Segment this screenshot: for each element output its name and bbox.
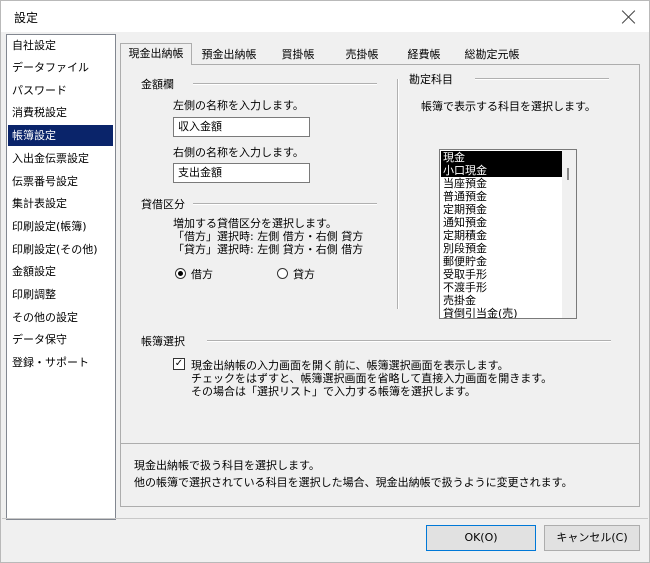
- amount-group-rule: [193, 83, 377, 85]
- sidebar-item-summary[interactable]: 集計表設定: [8, 193, 113, 214]
- credit-radio[interactable]: [277, 268, 288, 279]
- sidebar-item-book-settings[interactable]: 帳簿設定: [8, 125, 113, 146]
- dialog-body: 自社設定 データファイル パスワード 消費税設定 帳簿設定 入出金伝票設定 伝票…: [2, 32, 648, 561]
- show-book-selection-checkbox[interactable]: ✓: [173, 358, 185, 370]
- sidebar-item-consumption-tax[interactable]: 消費税設定: [8, 102, 113, 123]
- account-item-postal-savings[interactable]: 郵便貯金: [441, 255, 562, 268]
- debit-credit-group-heading: 貸借区分: [141, 198, 185, 211]
- column-separator: [397, 79, 399, 309]
- left-name-prompt: 左側の名称を入力します。: [173, 99, 304, 112]
- accounts-prompt: 帳簿で表示する科目を選択します。: [421, 100, 596, 113]
- checkbox-text-3: その場合は「選択リスト」で入力する帳簿を選択します。: [191, 385, 476, 398]
- account-item-cash[interactable]: 現金: [441, 151, 562, 164]
- tab-cash-book[interactable]: 現金出納帳: [120, 43, 192, 65]
- sidebar-item-print-other[interactable]: 印刷設定(その他): [8, 239, 113, 260]
- help-text-box: 現金出納帳で扱う科目を選択します。 他の帳簿で選択されている科目を選択した場合、…: [120, 443, 640, 507]
- amount-group-heading: 金額欄: [141, 78, 174, 91]
- account-item-petty-cash[interactable]: 小口現金: [441, 164, 562, 177]
- account-item-accounts-receivable[interactable]: 売掛金: [441, 294, 562, 307]
- debit-credit-desc-3: 「貸方」選択時: 左側 貸方・右側 借方: [173, 243, 364, 256]
- book-selection-group-heading: 帳簿選択: [141, 335, 185, 348]
- cash-book-panel: 金額欄 左側の名称を入力します。 収入金額 右側の名称を入力します。 支出金額 …: [120, 64, 640, 460]
- sidebar-item-print-book[interactable]: 印刷設定(帳簿): [8, 216, 113, 237]
- sidebar-item-print-adjust[interactable]: 印刷調整: [8, 284, 113, 305]
- account-item-installment[interactable]: 定期積金: [441, 229, 562, 242]
- account-listbox[interactable]: 現金 小口現金 当座預金 普通預金 定期預金 通知預金 定期積金 別段預金 郵便…: [439, 149, 577, 319]
- accounts-group-heading: 勘定科目: [409, 73, 453, 86]
- tab-deposit-book[interactable]: 預金出納帳: [196, 45, 262, 65]
- book-selection-group-rule: [207, 340, 611, 342]
- right-name-prompt: 右側の名称を入力します。: [173, 146, 304, 159]
- tab-payable-book[interactable]: 買掛帳: [268, 45, 328, 65]
- tab-receivable-book[interactable]: 売掛帳: [334, 45, 390, 65]
- sidebar-item-company[interactable]: 自社設定: [8, 35, 113, 56]
- account-item-notice-deposit[interactable]: 通知預金: [441, 216, 562, 229]
- account-item-time-deposit[interactable]: 定期預金: [441, 203, 562, 216]
- sidebar-item-amount[interactable]: 金額設定: [8, 261, 113, 282]
- sidebar-item-data-file[interactable]: データファイル: [8, 57, 113, 78]
- sidebar-item-support[interactable]: 登録・サポート: [8, 352, 113, 373]
- sidebar-item-other[interactable]: その他の設定: [8, 307, 113, 328]
- accounts-group-rule: [475, 78, 609, 80]
- tab-expense-book[interactable]: 経費帳: [398, 45, 450, 65]
- account-item-ordinary-deposit[interactable]: 普通預金: [441, 190, 562, 203]
- button-bar-separator: [2, 518, 648, 519]
- debit-credit-group-rule: [193, 203, 377, 205]
- account-item-checking[interactable]: 当座預金: [441, 177, 562, 190]
- sidebar-item-voucher-number[interactable]: 伝票番号設定: [8, 171, 113, 192]
- help-line-1: 現金出納帳で扱う科目を選択します。: [134, 459, 320, 472]
- scrollbar-thumb[interactable]: [567, 168, 569, 180]
- ok-button[interactable]: OK(O): [426, 525, 536, 551]
- right-name-field[interactable]: 支出金額: [173, 163, 310, 183]
- tab-general-ledger[interactable]: 総勘定元帳: [456, 45, 528, 65]
- title-bar: 設定: [1, 1, 649, 32]
- sidebar-item-voucher[interactable]: 入出金伝票設定: [8, 148, 113, 169]
- debit-radio[interactable]: [175, 268, 186, 279]
- help-line-2: 他の帳簿で選択されている科目を選択した場合、現金出納帳で扱うように変更されます。: [134, 476, 573, 489]
- debit-radio-label[interactable]: 借方: [191, 266, 213, 282]
- settings-window: 設定 自社設定 データファイル パスワード 消費税設定 帳簿設定 入出金伝票設定…: [0, 0, 650, 563]
- sidebar-item-maintenance[interactable]: データ保守: [8, 329, 113, 350]
- account-item-bad-debt-allowance[interactable]: 貸倒引当金(売): [441, 307, 562, 318]
- account-item-special-deposit[interactable]: 別段預金: [441, 242, 562, 255]
- close-icon[interactable]: [619, 7, 639, 27]
- account-item-notes-receivable[interactable]: 受取手形: [441, 268, 562, 281]
- left-name-field[interactable]: 収入金額: [173, 117, 310, 137]
- sidebar-item-password[interactable]: パスワード: [8, 80, 113, 101]
- credit-radio-label[interactable]: 貸方: [293, 266, 315, 282]
- cancel-button[interactable]: キャンセル(C): [544, 525, 640, 551]
- account-item-dishonored-notes[interactable]: 不渡手形: [441, 281, 562, 294]
- settings-category-list[interactable]: 自社設定 データファイル パスワード 消費税設定 帳簿設定 入出金伝票設定 伝票…: [6, 34, 116, 520]
- window-title: 設定: [14, 11, 39, 25]
- listbox-scrollbar[interactable]: [562, 150, 576, 318]
